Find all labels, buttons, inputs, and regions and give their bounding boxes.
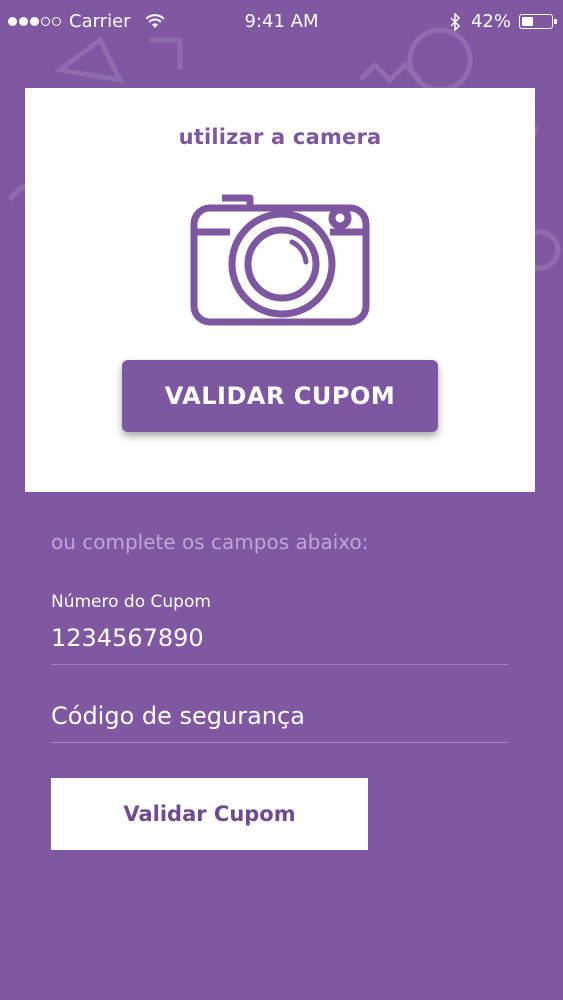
status-bar: Carrier 9:41 AM 42% <box>0 0 563 46</box>
camera-card-title: utilizar a camera <box>178 125 382 149</box>
battery-info: 42% <box>449 11 557 32</box>
alternative-instructions: ou complete os campos abaixo: <box>51 530 369 554</box>
security-code-underline <box>51 742 508 743</box>
security-code-input[interactable]: Código de segurança <box>51 702 305 730</box>
coupon-number-underline <box>51 664 508 665</box>
battery-icon <box>519 14 557 29</box>
validate-coupon-camera-button[interactable]: VALIDAR CUPOM <box>122 360 438 432</box>
battery-percentage: 42% <box>470 11 511 32</box>
coupon-number-input[interactable]: 1234567890 <box>51 624 204 652</box>
battery-level-fill <box>522 17 534 26</box>
validate-coupon-button[interactable]: Validar Cupom <box>51 778 368 850</box>
coupon-number-label: Número do Cupom <box>51 592 211 612</box>
camera-icon[interactable] <box>190 186 370 326</box>
camera-card: utilizar a camera VALIDAR CUPOM <box>25 88 535 492</box>
bluetooth-icon <box>450 12 461 31</box>
